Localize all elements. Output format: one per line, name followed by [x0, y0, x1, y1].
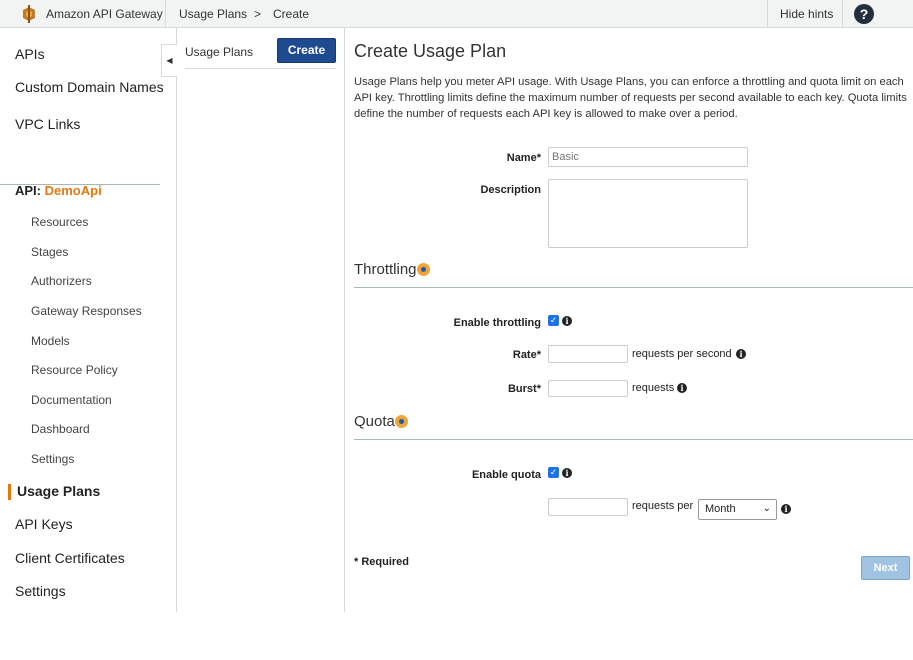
description-label: Description — [480, 184, 541, 196]
burst-suffix: requests — [632, 382, 675, 394]
info-icon[interactable]: i — [677, 383, 687, 393]
hint-icon[interactable] — [416, 263, 430, 276]
help-icon[interactable]: ? — [854, 4, 874, 24]
brand[interactable]: Amazon API Gateway — [19, 3, 163, 25]
sidebar-item-api-settings[interactable]: Settings — [31, 452, 74, 466]
info-icon[interactable]: i — [562, 316, 572, 326]
top-bar: Amazon API Gateway Usage Plans > Create … — [0, 0, 913, 28]
enable-throttling-label: Enable throttling — [453, 317, 541, 329]
sidebar-item-gateway-responses[interactable]: Gateway Responses — [31, 304, 142, 318]
quota-section: Quota — [354, 413, 408, 430]
sidebar-item-api-keys[interactable]: API Keys — [15, 516, 73, 532]
usage-plans-panel: Usage Plans Create — [177, 28, 345, 612]
next-button[interactable]: Next — [861, 556, 910, 580]
api-heading[interactable]: API: DemoApi — [15, 183, 102, 198]
api-gateway-logo-icon — [19, 4, 39, 24]
throttling-heading: Throttling — [354, 261, 417, 278]
sidebar-item-resource-policy[interactable]: Resource Policy — [31, 363, 118, 377]
hide-hints-button[interactable]: Hide hints — [780, 7, 833, 21]
sidebar-item-usage-plans[interactable]: Usage Plans — [17, 483, 100, 499]
throttling-section: Throttling — [354, 261, 430, 278]
divider — [165, 0, 166, 28]
burst-input[interactable] — [548, 380, 628, 397]
quota-period-value: Month — [705, 503, 736, 515]
burst-label: Burst* — [507, 383, 541, 395]
sidebar-item-documentation[interactable]: Documentation — [31, 393, 112, 407]
brand-name: Amazon API Gateway — [46, 7, 163, 21]
collapse-sidebar-icon[interactable]: ◀ — [161, 44, 177, 77]
breadcrumb-separator: > — [254, 7, 262, 21]
divider — [842, 0, 843, 28]
rate-suffix: requests per second — [632, 348, 732, 360]
required-note: * Required — [354, 556, 410, 568]
hint-icon[interactable] — [394, 415, 408, 428]
chevron-down-icon: ⌄ — [762, 503, 771, 514]
sidebar-item-client-certificates[interactable]: Client Certificates — [15, 550, 125, 566]
page-description: Usage Plans help you meter API usage. Wi… — [354, 76, 907, 120]
panel-divider — [185, 68, 336, 69]
rate-input[interactable] — [548, 345, 628, 363]
sidebar-item-stages[interactable]: Stages — [31, 245, 68, 259]
quota-heading: Quota — [354, 413, 395, 430]
sidebar-item-custom-domain-names[interactable]: Custom Domain Names — [15, 79, 164, 95]
panel-title: Usage Plans — [185, 45, 254, 59]
sidebar-item-authorizers[interactable]: Authorizers — [31, 274, 92, 288]
sidebar-item-resources[interactable]: Resources — [31, 215, 88, 229]
api-name[interactable]: DemoApi — [45, 183, 102, 198]
section-divider — [354, 287, 913, 288]
info-icon[interactable]: i — [562, 468, 572, 478]
create-button[interactable]: Create — [277, 38, 336, 63]
api-prefix: API: — [15, 183, 41, 198]
name-input[interactable] — [548, 147, 748, 167]
section-divider — [354, 439, 913, 440]
active-indicator — [8, 484, 11, 500]
rate-label: Rate* — [512, 349, 541, 361]
enable-throttling-checkbox[interactable]: ✓ — [548, 315, 559, 326]
name-label: Name* — [506, 152, 541, 164]
sidebar-item-apis[interactable]: APIs — [15, 46, 45, 62]
enable-quota-label: Enable quota — [471, 469, 541, 481]
quota-limit-input[interactable] — [548, 498, 628, 516]
enable-quota-checkbox[interactable]: ✓ — [548, 467, 559, 478]
description-textarea[interactable] — [548, 179, 748, 248]
sidebar-item-dashboard[interactable]: Dashboard — [31, 422, 90, 436]
quota-suffix: requests per — [632, 500, 694, 512]
sidebar-item-settings[interactable]: Settings — [15, 583, 66, 599]
quota-period-select[interactable]: Month ⌄ — [698, 499, 777, 520]
info-icon[interactable]: i — [781, 504, 791, 514]
breadcrumb-usage-plans[interactable]: Usage Plans — [179, 7, 247, 21]
divider — [767, 0, 768, 28]
sidebar: APIs Custom Domain Names VPC Links API: … — [0, 28, 177, 612]
breadcrumb-create: Create — [273, 7, 310, 21]
sidebar-item-models[interactable]: Models — [31, 334, 70, 348]
create-usage-plan-form: Create Usage Plan Usage Plans help you m… — [345, 28, 913, 660]
page-title: Create Usage Plan — [354, 41, 507, 61]
sidebar-item-vpc-links[interactable]: VPC Links — [15, 116, 80, 132]
info-icon[interactable]: i — [736, 349, 746, 359]
